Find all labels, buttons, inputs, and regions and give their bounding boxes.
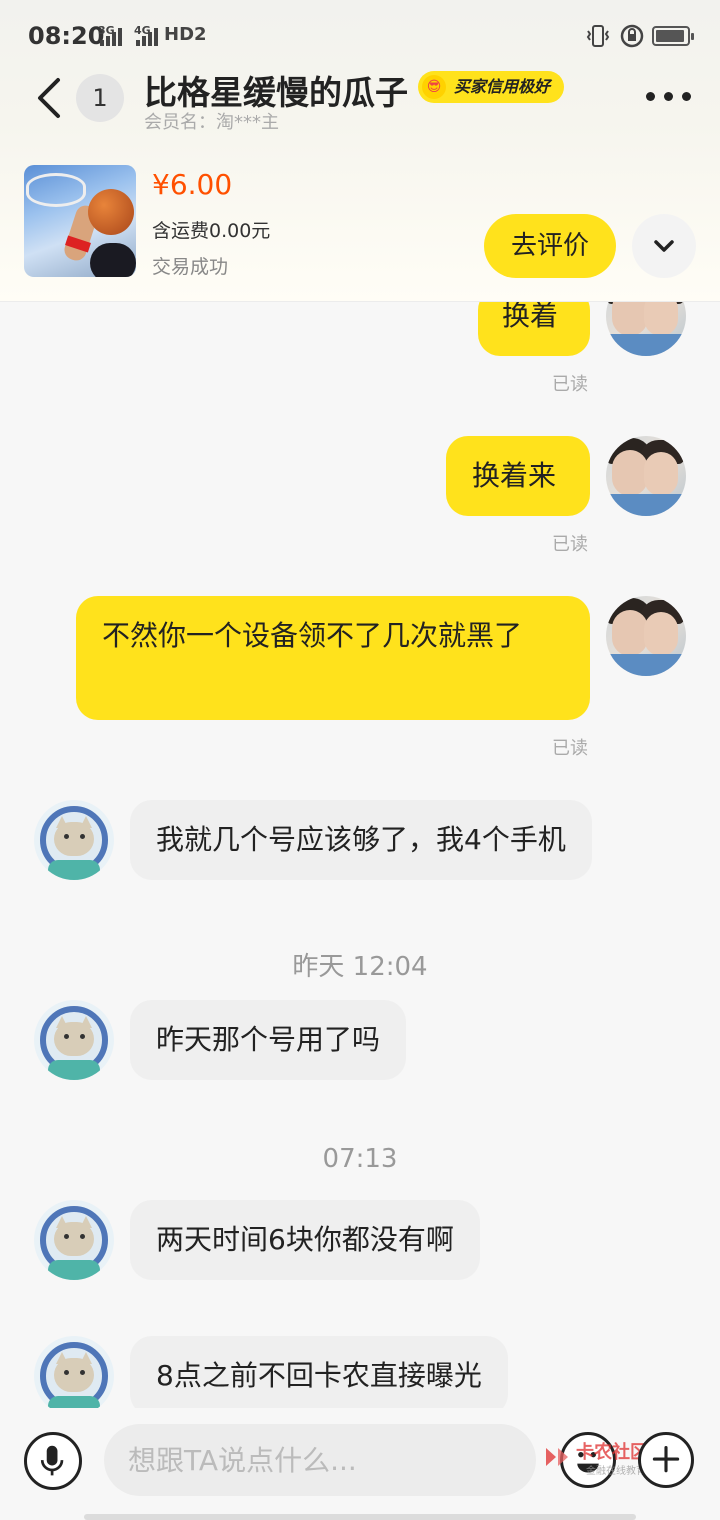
status-bar: 08:20 3G 4G HD2 (0, 0, 720, 72)
seller-avatar[interactable] (34, 800, 114, 880)
credit-badge[interactable]: 😎 买家信用极好 (418, 71, 565, 103)
microphone-icon[interactable] (24, 1432, 82, 1490)
battery-icon (652, 26, 694, 46)
read-status: 已读 (552, 374, 588, 395)
outgoing-message[interactable]: 换着来 (446, 436, 590, 516)
incoming-message[interactable]: 昨天那个号用了吗 (130, 1000, 407, 1080)
status-time: 08:20 (28, 22, 105, 50)
outgoing-message[interactable]: 换着 (478, 302, 590, 356)
trade-status: 交易成功 (152, 256, 229, 278)
signal-icon-2 (136, 28, 158, 46)
message-text: 8点之前不回卡农直接曝光 (156, 1359, 482, 1392)
top-area: 08:20 3G 4G HD2 1 比格星缓慢的瓜子 😎 买家信用极好 会员名：… (0, 0, 720, 302)
shipping-fee: 含运费0.00元 (152, 220, 271, 242)
outgoing-message[interactable]: 不然你一个设备领不了几次就黑了 (76, 596, 590, 720)
seller-avatar[interactable] (34, 1200, 114, 1280)
incoming-message[interactable]: 两天时间6块你都没有啊 (130, 1200, 480, 1280)
vibrate-icon (586, 25, 610, 47)
watermark-logo-icon (546, 1448, 568, 1466)
message-text: 我就几个号应该够了，我4个手机 (156, 823, 566, 856)
chat-area[interactable]: 换着 已读 换着来 已读 不然你一个设备领不了几次就黑了 已读 我就几个号应该够… (0, 302, 720, 1408)
credit-badge-label: 买家信用极好 (454, 77, 551, 96)
signal-icon (100, 28, 122, 46)
timestamp: 昨天 12:04 (292, 952, 428, 982)
member-name: 会员名：淘***主 (144, 112, 279, 133)
cool-face-icon: 😎 (422, 75, 446, 99)
back-button[interactable] (28, 72, 68, 124)
my-avatar[interactable] (606, 436, 686, 516)
message-text: 换着 (502, 302, 559, 332)
plus-icon[interactable] (638, 1432, 694, 1488)
my-avatar[interactable] (606, 596, 686, 676)
message-text: 两天时间6块你都没有啊 (156, 1223, 454, 1256)
input-bar: 卡农社区 金融在线教育 (0, 1408, 720, 1520)
chevron-down-icon[interactable] (632, 214, 696, 278)
product-price: ¥6.00 (152, 168, 233, 201)
seller-avatar[interactable] (34, 1336, 114, 1408)
incoming-message[interactable]: 我就几个号应该够了，我4个手机 (130, 800, 592, 880)
review-button[interactable]: 去评价 (484, 214, 616, 278)
my-avatar[interactable] (606, 302, 686, 356)
home-indicator (84, 1514, 636, 1520)
seller-avatar[interactable] (34, 1000, 114, 1080)
unread-count-badge[interactable]: 1 (76, 74, 124, 122)
chat-title: 比格星缓慢的瓜子 (144, 73, 408, 112)
read-status: 已读 (552, 534, 588, 555)
more-options-icon[interactable] (646, 90, 692, 104)
timestamp: 07:13 (322, 1144, 398, 1174)
incoming-message[interactable]: 8点之前不回卡农直接曝光 (130, 1336, 508, 1408)
message-text: 昨天那个号用了吗 (156, 1023, 381, 1056)
hd-voice-label: HD2 (164, 24, 207, 45)
product-image[interactable] (24, 165, 136, 277)
message-text: 不然你一个设备领不了几次就黑了 (102, 619, 523, 652)
message-input[interactable] (104, 1424, 536, 1496)
read-status: 已读 (552, 738, 588, 759)
rotation-lock-icon (620, 24, 644, 48)
watermark-subtext: 金融在线教育 (586, 1466, 646, 1477)
message-text: 换着来 (472, 459, 557, 492)
